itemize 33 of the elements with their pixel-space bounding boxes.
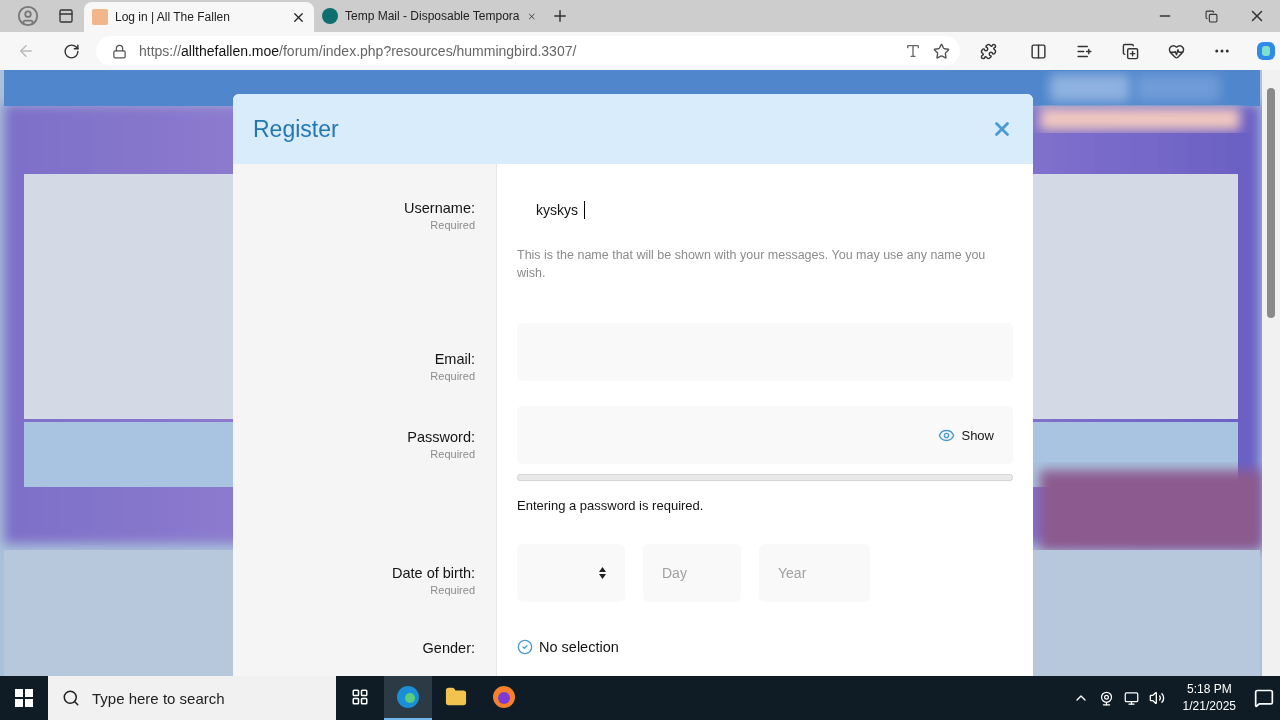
scrollbar[interactable] <box>1262 70 1280 676</box>
sort-arrows-icon <box>599 567 606 579</box>
favicon-icon <box>92 9 108 25</box>
field-hint: This is the name that will be shown with your messages. You may use any name you wish. <box>517 247 987 282</box>
field-label: Date of birth: <box>392 565 475 581</box>
field-label: Gender: <box>422 640 475 656</box>
favicon-icon <box>322 8 338 24</box>
field-label: Username: <box>404 200 475 216</box>
webcam-icon[interactable] <box>1098 690 1114 706</box>
address-bar[interactable]: https://allthefallen.moe/forum/index.php?resources/hummingbird.3307/ <box>96 36 960 66</box>
required-note: Required <box>430 448 475 460</box>
required-note: Required <box>430 219 475 231</box>
dialog-title: Register <box>253 115 339 143</box>
taskbar-search-field[interactable]: Type here to search <box>48 676 336 720</box>
required-note: Required <box>430 584 475 596</box>
password-field[interactable]: Show <box>517 406 1013 464</box>
radio-label: No selection <box>539 639 619 655</box>
gender-radio[interactable]: No selection <box>517 639 1013 655</box>
field-label: Password: <box>407 429 475 445</box>
notifications-icon[interactable] <box>1254 688 1274 708</box>
show-password-button[interactable]: Show <box>961 427 994 443</box>
browser-tab[interactable]: Log in | All The Fallen <box>84 2 314 32</box>
windows-logo-icon <box>15 689 33 707</box>
taskbar-app-icon[interactable] <box>384 676 432 720</box>
required-note: Required <box>430 370 475 382</box>
check-circle-icon <box>517 639 533 655</box>
password-message: Entering a password is required. <box>517 498 705 513</box>
search-icon <box>62 689 80 707</box>
field-label: Email: <box>434 351 475 367</box>
search-placeholder: Type here to search <box>92 689 225 707</box>
taskbar-clock[interactable]: 5:18 PM 1/21/2025 <box>1174 681 1244 715</box>
volume-icon[interactable] <box>1148 690 1165 706</box>
browser-tab[interactable]: Temp Mail - Disposable Tempora <box>314 2 544 30</box>
